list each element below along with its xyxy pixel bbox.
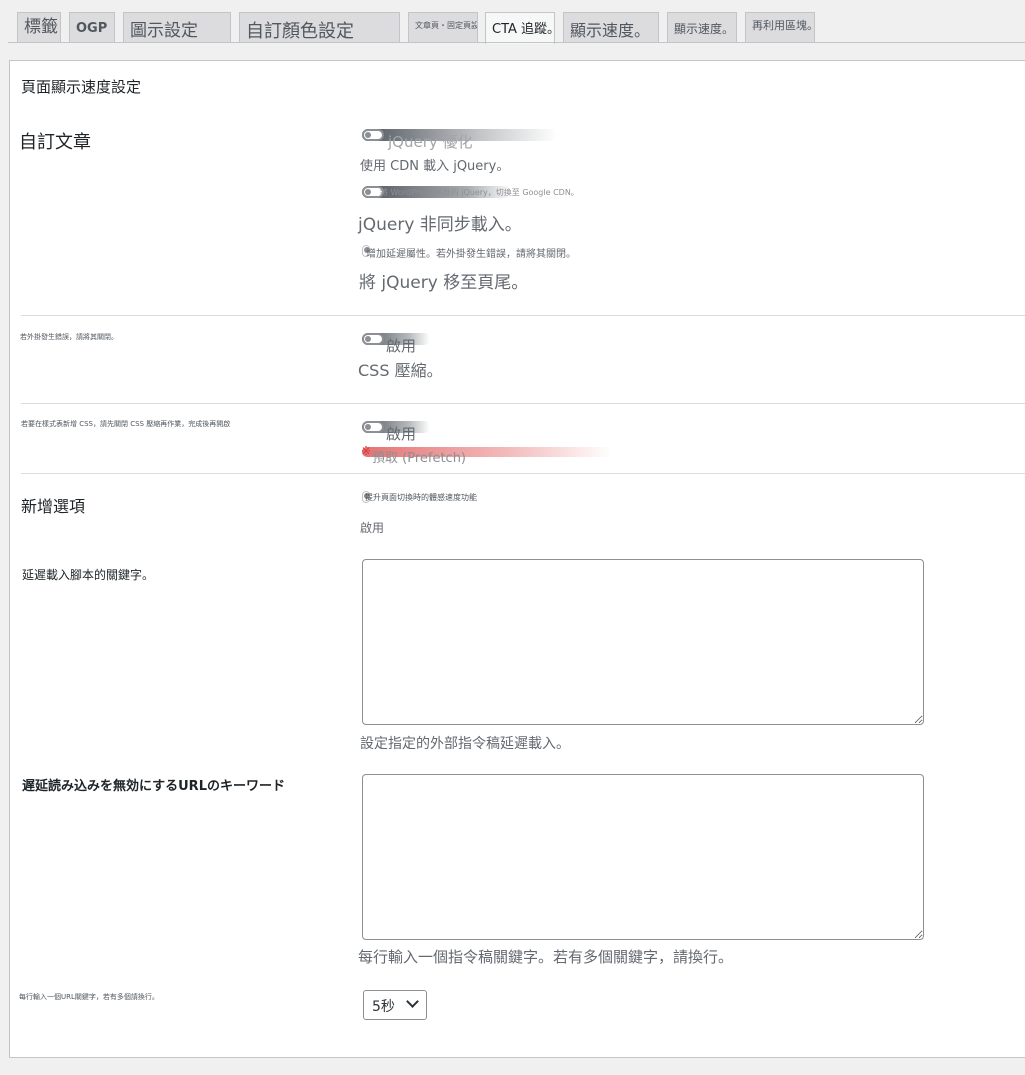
cdn-sub-description: 將 WordPress 本身的 jQuery，切換至 Google CDN。 [380,188,579,197]
tab-label: 圖示設定 [130,21,198,41]
tab-label: 再利用區塊。 [752,19,815,32]
chevron-down-icon [406,995,419,1008]
css-minify-enable-label: 啟用 [386,337,417,355]
tab-label: 顯示速度。 [674,22,735,36]
tab-display-speed-2[interactable]: 顯示速度。 [667,12,737,42]
jquery-optimize-toggle[interactable] [362,129,384,141]
new-option-description: 提升頁面切換時的體感速度功能 [365,493,477,502]
tab-ogp[interactable]: OGP [69,12,115,42]
cdn-description: 使用 CDN 載入 jQuery。 [360,159,510,174]
jquery-optimize-label: jQuery 優化 [388,133,473,151]
tab-bar-divider [8,42,1025,43]
tab-label: 顯示速度。 [570,21,651,40]
divider [21,473,1025,474]
disable-delay-url-textarea[interactable] [362,774,924,940]
page-title: 頁面顯示速度設定 [21,78,142,96]
timing-select[interactable]: 5秒 [363,990,427,1020]
jquery-async-label: jQuery 非同步載入。 [358,215,522,235]
tab-tags[interactable]: 標籤 [17,12,61,42]
prefetch-toggle[interactable] [362,421,384,433]
css-minify-toggle[interactable] [362,333,384,345]
tab-label: 自訂顏色設定 [246,21,354,42]
new-option-label: 新增選項 [21,497,86,516]
tab-reusable-blocks[interactable]: 再利用區塊。 [745,12,815,42]
prefetch-side-note: 若要在樣式表新增 CSS，請先關閉 CSS 壓縮再作業，完成後再開啟 [21,420,231,428]
tab-cta-tracking[interactable]: CTA 追蹤。 [485,12,555,44]
prefetch-enable-label: 啟用 [386,425,417,443]
disable-delay-url-label: 遅延読み込みを無効にするURLのキーワード [22,779,285,794]
section-label-custom-post: 自訂文章 [19,132,91,153]
timing-selected-value: 5秒 [372,999,395,1015]
disable-delay-url-description: 每行輸入一個指令稿關鍵字。若有多個關鍵字，請換行。 [358,948,734,966]
tab-label: 標籤 [24,17,58,37]
tab-label: 文章頁・固定頁設定 [415,21,477,30]
tab-custom-color[interactable]: 自訂顏色設定 [239,12,400,42]
tab-icon-settings[interactable]: 圖示設定 [123,12,231,42]
divider [21,315,1025,316]
divider [21,403,1025,404]
jquery-async-description: 增加延遲屬性。若外掛發生錯誤，請將其關閉。 [366,249,576,260]
tab-label: OGP [76,21,108,36]
timing-side-note: 每行輸入一個URL關鍵字，若有多個請換行。 [19,993,159,1001]
delay-keywords-textarea[interactable] [362,559,924,725]
jquery-footer-label: 將 jQuery 移至頁尾。 [359,273,529,293]
css-minify-label: CSS 壓縮。 [358,361,443,380]
delay-keywords-description: 設定指定的外部指令稿延遲載入。 [360,736,570,752]
prefetch-mark: ※ [361,444,372,458]
prefetch-label: 預取 (Prefetch) [372,451,467,466]
tab-label: CTA 追蹤。 [492,22,555,37]
new-option-enable-label: 啟用 [360,521,385,535]
delay-keywords-label: 延遲載入腳本的關鍵字。 [22,568,155,582]
tab-display-speed[interactable]: 顯示速度。 [563,12,659,42]
tab-post-page-settings[interactable]: 文章頁・固定頁設定 [408,12,478,42]
css-minify-side-note: 若外掛發生錯誤，請將其關閉。 [20,333,118,341]
